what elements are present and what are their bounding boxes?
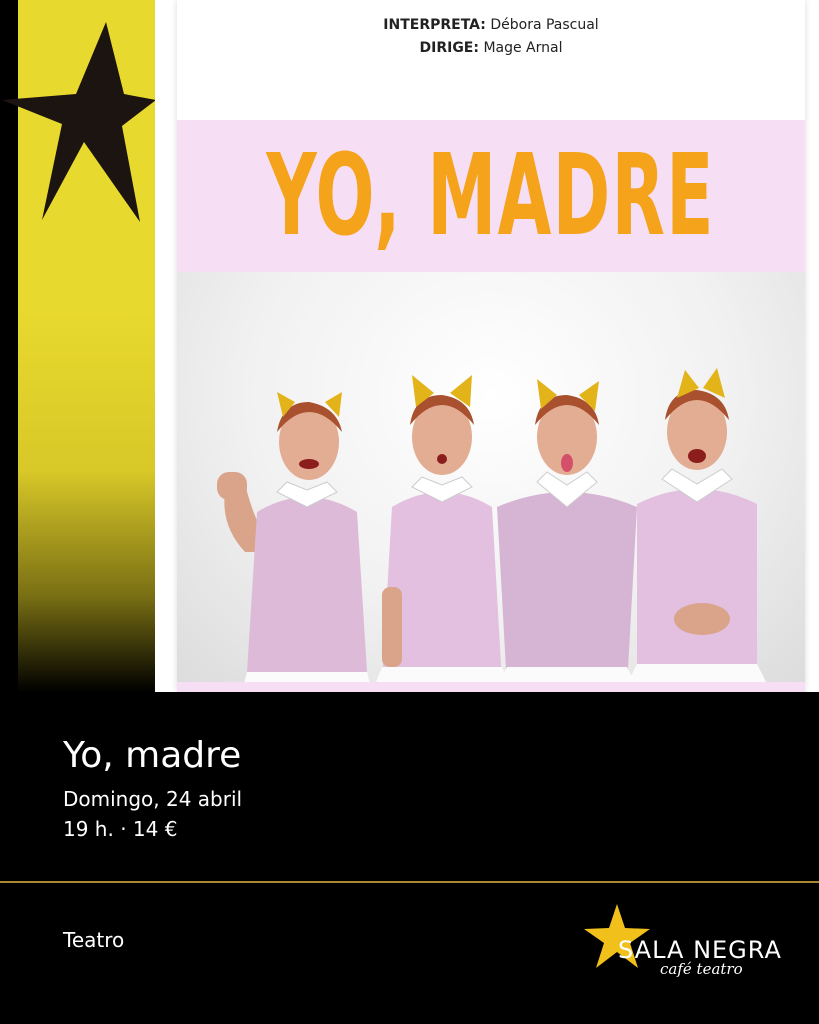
event-time-price: 19 h. · 14 € — [63, 817, 178, 841]
event-info: Yo, madre Domingo, 24 abril 19 h. · 14 € — [63, 732, 242, 844]
star-icon — [2, 22, 156, 222]
poster-credits: INTERPRETA: Débora Pascual DIRIGE: Mage … — [177, 14, 805, 60]
event-category: Teatro — [63, 928, 125, 952]
figure-2 — [376, 375, 508, 682]
event-poster: INTERPRETA: Débora Pascual DIRIGE: Mage … — [155, 0, 819, 692]
figure-4 — [628, 368, 766, 682]
credit-director-label: DIRIGE: — [419, 40, 479, 56]
event-title: Yo, madre — [63, 735, 242, 776]
figure-3 — [497, 379, 637, 682]
figure-1 — [217, 392, 370, 682]
credit-performer-value: Débora Pascual — [490, 17, 599, 33]
logo-tagline: café teatro — [660, 960, 743, 978]
four-women-illustration — [217, 368, 766, 682]
event-date: Domingo, 24 abril — [63, 787, 243, 811]
poster-bottom-band — [177, 682, 805, 692]
left-decoration — [0, 0, 160, 700]
credit-director-value: Mage Arnal — [483, 40, 563, 56]
poster-title-band: YO, MADRE — [177, 120, 805, 272]
poster-photo — [177, 272, 805, 682]
sala-negra-logo: SALA NEGRA café teatro — [580, 898, 790, 988]
poster-title: YO, MADRE — [266, 131, 716, 261]
divider — [0, 881, 819, 883]
credit-performer-label: INTERPRETA: — [383, 17, 486, 33]
